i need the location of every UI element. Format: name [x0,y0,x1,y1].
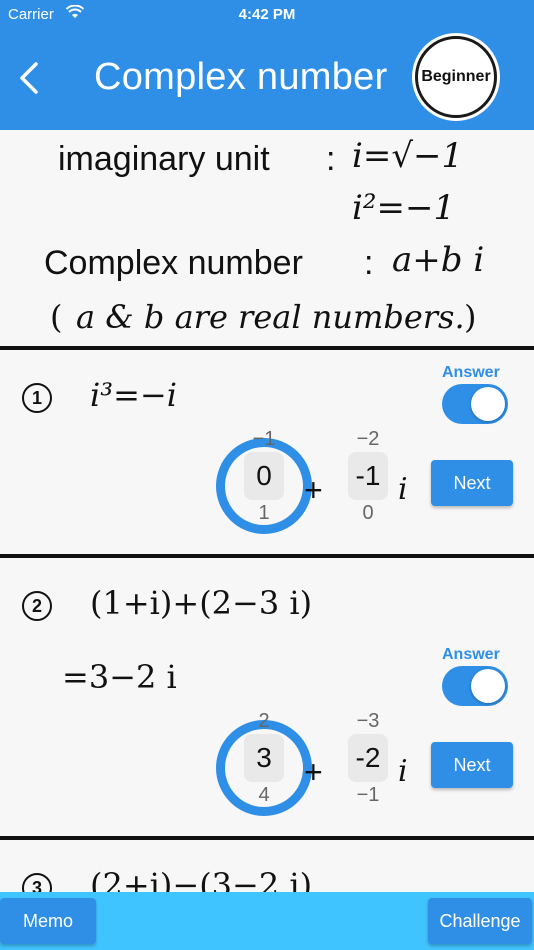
problem-card-1: 1 i³=−i Answer −1 0 1 + −2 -1 0 i Next [0,350,534,554]
answer-label: Answer [442,646,500,663]
level-badge[interactable]: Beginner [415,36,497,118]
bottom-toolbar: Memo Challenge [0,892,534,950]
problem-expression: (2+i)−(3−2 i) [90,866,313,892]
picker-next-value: 0 [362,502,374,524]
picker-current-value: 0 [244,452,284,500]
toggle-knob [471,387,505,421]
picker-current-value: 3 [244,734,284,782]
imaginary-part-picker[interactable]: −3 -2 −1 [348,710,388,830]
app-header: Carrier 4:42 PM Complex number Beginner [0,0,534,130]
problem-expression: (1+i)+(2−3 i) [90,584,313,622]
level-label: Beginner [421,68,491,85]
real-numbers-note: a & b are real numbers. [76,298,465,336]
problem-step: =3−2 i [62,658,177,696]
imaginary-part-picker[interactable]: −2 -1 0 [348,428,388,548]
plus-sign: + [304,754,323,790]
real-part-picker[interactable]: 2 3 4 [244,710,284,830]
real-part-picker[interactable]: −1 0 1 [244,428,284,548]
imaginary-unit-symbol: i [398,754,408,789]
problem-card-3: 3 (2+i)−(3−2 i) [0,840,534,892]
problem-number-badge: 3 [22,873,52,892]
status-time: 4:42 PM [238,6,296,23]
plus-sign: + [304,472,323,508]
complex-number-formula: a+b i [392,240,485,280]
answer-toggle[interactable] [442,666,508,706]
note-open-paren: ( [50,298,63,336]
next-button[interactable]: Next [431,742,513,788]
problem-expression: i³=−i [90,376,177,414]
imaginary-unit-label: imaginary unit [58,140,270,178]
imaginary-unit-formula: i=√−1 [352,136,464,176]
separator-2: : [364,244,374,282]
answer-toggle[interactable] [442,384,508,424]
picker-next-value: −1 [356,784,380,806]
picker-prev-value: −1 [252,428,276,450]
next-button[interactable]: Next [431,460,513,506]
picker-next-value: 1 [258,502,270,524]
separator-1: : [326,140,336,178]
note-close-paren: ) [464,298,477,336]
problem-card-2: 2 (1+i)+(2−3 i) =3−2 i Answer 2 3 4 + −3… [0,558,534,836]
answer-label: Answer [442,364,500,381]
picker-prev-value: −3 [356,710,380,732]
imaginary-unit-symbol: i [398,472,408,507]
picker-prev-value: 2 [258,710,270,732]
challenge-button[interactable]: Challenge [428,898,532,944]
status-bar: Carrier 4:42 PM [0,0,534,30]
definition-panel: imaginary unit : i=√−1 i²=−1 Complex num… [0,130,534,348]
picker-current-value: -2 [348,734,388,782]
problem-number-badge: 2 [22,591,52,621]
chevron-left-icon[interactable] [16,60,42,96]
page-title: Complex number [94,56,388,98]
complex-number-label: Complex number [44,244,303,282]
toggle-knob [471,669,505,703]
picker-prev-value: −2 [356,428,380,450]
problem-list[interactable]: imaginary unit : i=√−1 i²=−1 Complex num… [0,130,534,892]
i-squared-formula: i²=−1 [352,188,456,228]
picker-next-value: 4 [258,784,270,806]
picker-current-value: -1 [348,452,388,500]
problem-number-badge: 1 [22,383,52,413]
memo-button[interactable]: Memo [0,898,96,944]
